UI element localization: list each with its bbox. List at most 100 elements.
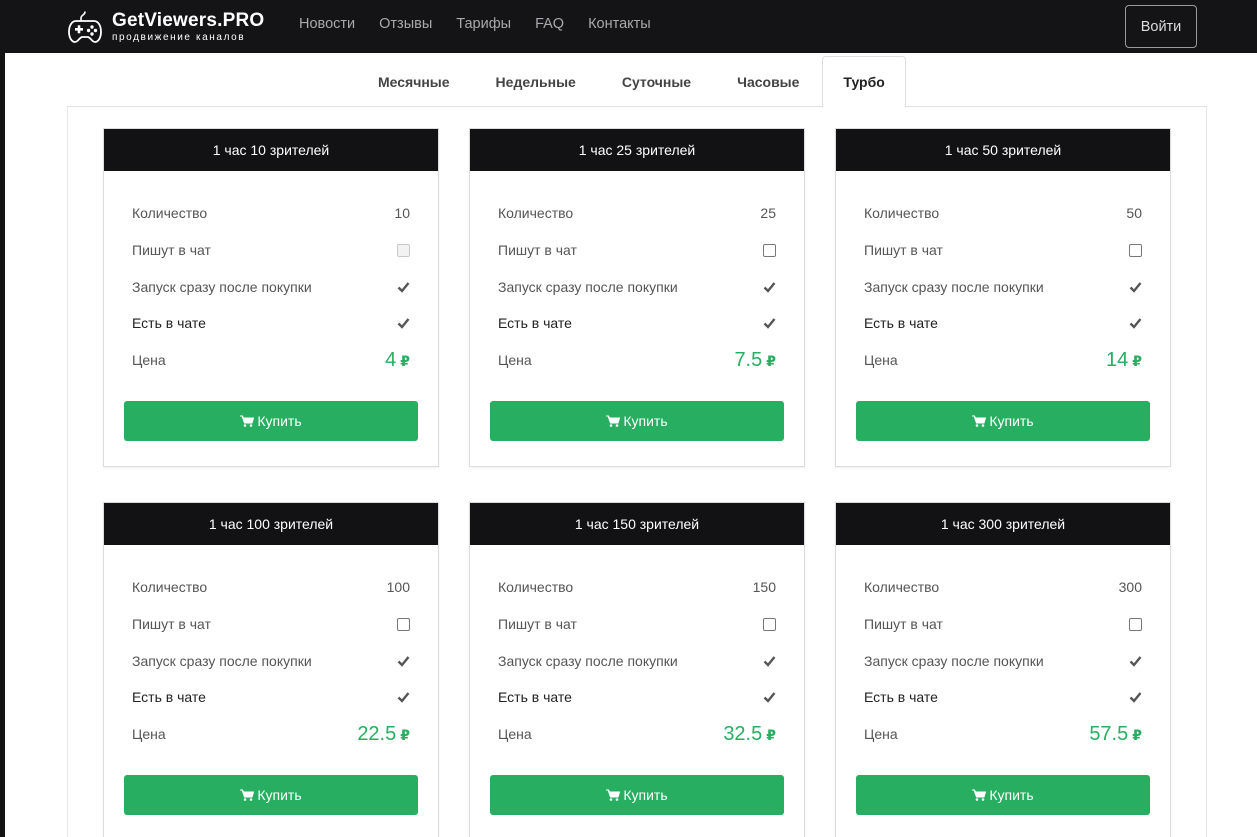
instant-start-label: Запуск сразу после покупки [132,653,312,669]
chat-row: Пишут в чат [132,240,410,260]
buy-button[interactable]: Купить [490,775,784,815]
chat-row: Пишут в чат [498,614,776,634]
price-amount: 57.5 [1089,722,1129,745]
plan-card: 1 час 25 зрителей Количество 25 Пишут в … [469,128,805,467]
ruble-sign: ₽ [400,352,410,369]
plan-card: 1 час 50 зрителей Количество 50 Пишут в … [835,128,1171,467]
quantity-row: Количество 150 [498,577,776,597]
brand[interactable]: GetViewers.PRO продвижение каналов [67,8,264,46]
quantity-row: Количество 25 [498,203,776,223]
price-value: 22.5 ₽ [357,723,410,746]
cart-icon [240,415,255,427]
check-icon [397,656,410,667]
chat-checkbox[interactable] [1129,617,1142,631]
buy-button[interactable]: Купить [856,775,1150,815]
quantity-row: Количество 300 [864,577,1142,597]
buy-label: Купить [623,787,668,803]
quantity-value: 150 [752,579,776,595]
in-chat-label: Есть в чате [498,689,572,705]
price-label: Цена [132,352,166,368]
in-chat-label: Есть в чате [132,689,206,705]
instant-start-row: Запуск сразу после покупки [864,651,1142,671]
check-icon [397,692,410,703]
quantity-label: Количество [498,579,574,595]
ruble-sign: ₽ [1132,352,1142,369]
instant-start-label: Запуск сразу после покупки [498,279,678,295]
login-button[interactable]: Войти [1125,5,1197,48]
nav-link-contacts[interactable]: Контакты [588,16,651,32]
buy-button[interactable]: Купить [124,775,418,815]
check-icon [763,318,776,329]
check-icon [1129,318,1142,329]
price-row: Цена 7.5 ₽ [498,349,776,372]
buy-label: Купить [989,413,1034,429]
plan-card-title: 1 час 150 зрителей [470,503,804,545]
cart-icon [972,789,987,801]
price-row: Цена 4 ₽ [132,349,410,372]
chat-checkbox[interactable] [763,243,776,257]
price-amount: 14 [1106,348,1129,371]
instant-start-row: Запуск сразу после покупки [498,651,776,671]
chat-label: Пишут в чат [864,616,943,632]
chat-label: Пишут в чат [498,616,577,632]
brand-title: GetViewers.PRO [112,10,265,31]
chat-row: Пишут в чат [498,240,776,260]
buy-button[interactable]: Купить [856,401,1150,441]
nav-link-reviews[interactable]: Отзывы [379,16,432,32]
nav-link-faq[interactable]: FAQ [535,16,564,32]
check-icon [397,318,410,329]
price-label: Цена [132,726,166,742]
cart-icon [240,789,255,801]
chat-checkbox[interactable] [397,243,410,257]
ruble-sign: ₽ [1132,726,1142,743]
price-amount: 32.5 [723,722,763,745]
instant-start-label: Запуск сразу после покупки [132,279,312,295]
buy-label: Купить [623,413,668,429]
in-chat-label: Есть в чате [498,315,572,331]
in-chat-label: Есть в чате [132,315,206,331]
chat-checkbox[interactable] [763,617,776,631]
chat-checkbox[interactable] [397,617,410,631]
price-row: Цена 57.5 ₽ [864,722,1142,745]
price-row: Цена 32.5 ₽ [498,722,776,745]
gamepad-logo-icon [68,11,102,43]
buy-button[interactable]: Купить [124,401,418,441]
price-label: Цена [498,726,532,742]
plan-card: 1 час 150 зрителей Количество 150 Пишут … [469,502,805,837]
quantity-label: Количество [864,579,940,595]
tab-hourly[interactable]: Часовые [714,56,822,107]
tab-weekly[interactable]: Недельные [473,56,599,107]
instant-start-label: Запуск сразу после покупки [498,653,678,669]
chat-checkbox[interactable] [1129,243,1142,257]
ruble-sign: ₽ [766,352,776,369]
price-label: Цена [498,352,532,368]
in-chat-row: Есть в чате [132,687,410,707]
chat-label: Пишут в чат [498,242,577,258]
quantity-row: Количество 50 [864,203,1142,223]
plan-card-title: 1 час 100 зрителей [104,503,438,545]
buy-label: Купить [257,413,302,429]
nav-link-news[interactable]: Новости [299,16,355,32]
plan-card-title: 1 час 10 зрителей [104,129,438,171]
price-label: Цена [864,726,898,742]
tab-daily[interactable]: Суточные [599,56,714,107]
buy-button[interactable]: Купить [490,401,784,441]
top-navbar: GetViewers.PRO продвижение каналов Новос… [0,0,1257,53]
instant-start-row: Запуск сразу после покупки [864,277,1142,297]
price-value: 7.5 ₽ [734,349,776,372]
main-nav: Новости Отзывы Тарифы FAQ Контакты [299,16,675,32]
quantity-value: 100 [386,579,410,595]
check-icon [1129,656,1142,667]
chat-row: Пишут в чат [864,240,1142,260]
plan-card: 1 час 300 зрителей Количество 300 Пишут … [835,502,1171,837]
in-chat-row: Есть в чате [498,687,776,707]
brand-subtitle: продвижение каналов [112,32,246,43]
price-value: 4 ₽ [385,349,410,372]
instant-start-row: Запуск сразу после покупки [132,651,410,671]
nav-link-pricing[interactable]: Тарифы [456,16,511,32]
cart-icon [606,415,621,427]
instant-start-row: Запуск сразу после покупки [498,277,776,297]
plan-card-title: 1 час 25 зрителей [470,129,804,171]
tab-monthly[interactable]: Месячные [355,56,473,107]
tab-turbo[interactable]: Турбо [822,56,906,108]
